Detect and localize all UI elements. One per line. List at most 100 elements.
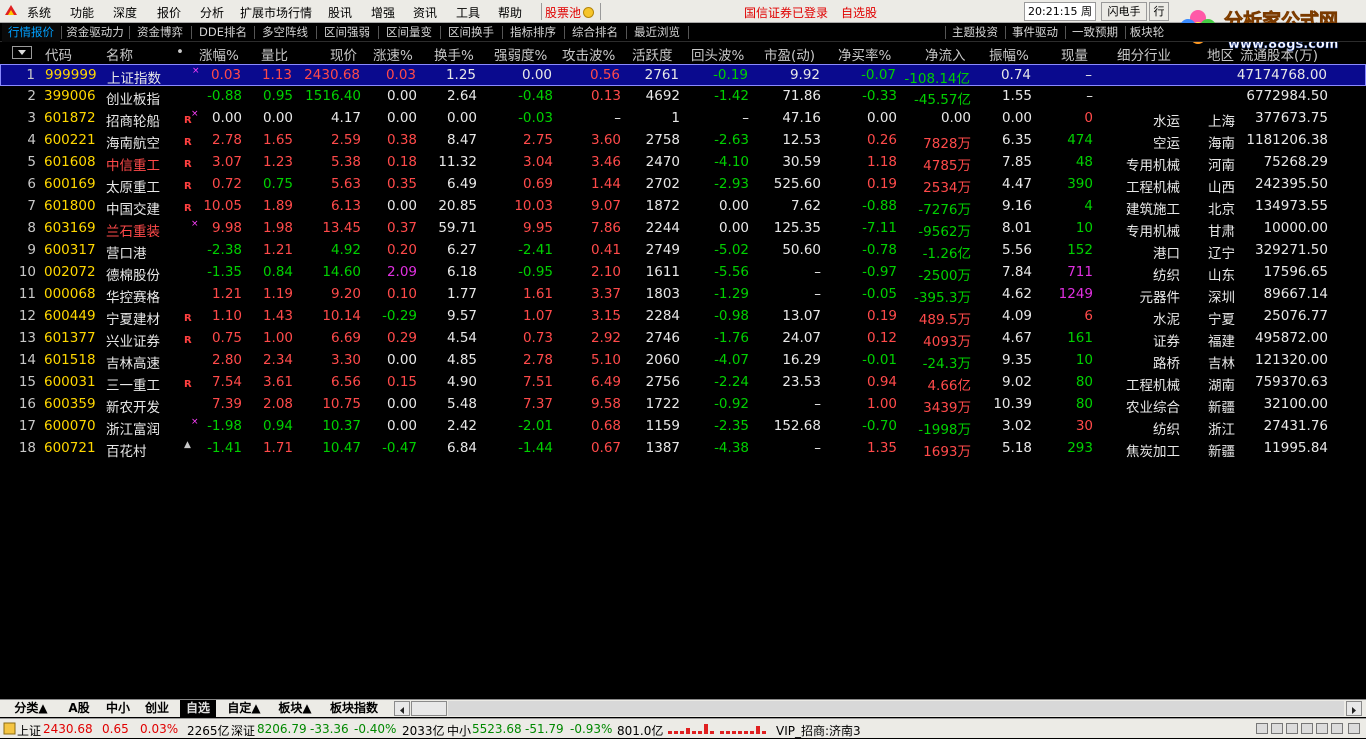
col-volume-ratio[interactable]: 量比 [261, 44, 288, 64]
btab-sme[interactable]: 中小 [102, 700, 134, 717]
stock-name[interactable]: 太原重工 [106, 176, 160, 196]
scroll-left-button[interactable] [394, 701, 410, 716]
stock-name[interactable]: 吉林高速 [106, 352, 160, 372]
info-icon[interactable] [1301, 723, 1313, 734]
tab-fund-game[interactable]: 资金博弈 [130, 23, 190, 42]
stock-name[interactable]: 兴业证券 [106, 330, 160, 350]
table-row[interactable]: 9 600317 营口港 -2.38 1.21 4.92 0.20 6.27 -2.41 0.41… [0, 240, 1366, 262]
table-row[interactable]: 3 601872 招商轮船 R × 0.00 0.00 4.17 0.00 0.00 -0.03–1… [0, 108, 1366, 130]
col-float-shares[interactable]: 流通股本(万) [1240, 44, 1318, 64]
broadcast-icon[interactable] [1331, 723, 1343, 734]
table-row[interactable]: 13 601377 兴业证券 R 0.75 1.00 6.69 0.29 4.54 0.73 2.9… [0, 328, 1366, 350]
menu-analysis[interactable]: 分析 [200, 4, 224, 21]
stock-name[interactable]: 百花村 [106, 440, 147, 460]
stock-code[interactable]: 601608 [44, 154, 96, 170]
stock-code[interactable]: 600721 [44, 440, 96, 456]
table-row[interactable]: 1 999999 上证指数 × 0.03 1.13 2430.68 0.03 1.25 0.00 0… [0, 64, 1366, 87]
menu-extended-market[interactable]: 扩展市场行情 [240, 4, 312, 21]
table-row[interactable]: 14 601518 吉林高速 2.80 2.34 3.30 0.00 4.85 2.78 5.10… [0, 350, 1366, 372]
stock-name[interactable]: 营口港 [106, 242, 147, 262]
table-row[interactable]: 10 002072 德棉股份 -1.35 0.84 14.60 2.09 6.18 -0.95 2… [0, 262, 1366, 284]
stock-pool-menu[interactable]: 股票池 [545, 4, 595, 21]
stock-code[interactable]: 999999 [45, 67, 97, 83]
stock-name[interactable]: 德棉股份 [106, 264, 160, 284]
col-amplitude[interactable]: 振幅% [989, 44, 1029, 64]
table-row[interactable]: 7 601800 中国交建 R 10.05 1.89 6.13 0.00 20.85 10.03 9… [0, 196, 1366, 218]
col-region[interactable]: 地区 [1207, 44, 1234, 64]
stock-code[interactable]: 600449 [44, 308, 96, 324]
flash-trade-button[interactable]: 闪电手 [1101, 2, 1147, 21]
trade-button[interactable]: 行 [1149, 2, 1169, 21]
menu-info[interactable]: 资讯 [413, 4, 437, 21]
stock-name[interactable]: 创业板指 [106, 88, 160, 108]
stock-name[interactable]: 中国交建 [106, 198, 160, 218]
stock-name[interactable]: 宁夏建材 [106, 308, 160, 328]
tab-composite-ranking[interactable]: 综合排名 [565, 23, 625, 42]
column-menu-dropdown[interactable] [12, 46, 32, 59]
stock-name[interactable]: 兰石重装 [106, 220, 160, 240]
resize-grip-icon[interactable] [1348, 723, 1360, 734]
menu-quote[interactable]: 报价 [157, 4, 181, 21]
tab-interval-strength[interactable]: 区间强弱 [317, 23, 377, 42]
btab-sector[interactable]: 板块▲ [272, 700, 318, 717]
tab-consensus-forecast[interactable]: 一致预期 [1066, 23, 1124, 42]
stock-name[interactable]: 海南航空 [106, 132, 160, 152]
table-row[interactable]: 8 603169 兰石重装 × 9.98 1.98 13.45 0.37 59.71 9.95 7.… [0, 218, 1366, 240]
stock-code[interactable]: 600221 [44, 132, 96, 148]
stock-code[interactable]: 601872 [44, 110, 96, 126]
col-speed[interactable]: 涨速% [373, 44, 413, 64]
stock-name[interactable]: 上证指数 [107, 67, 161, 87]
btab-custom[interactable]: 自定▲ [222, 700, 266, 717]
tab-fund-driving-force[interactable]: 资金驱动力 [62, 23, 128, 42]
broker-login-status[interactable]: 国信证券已登录 [744, 4, 828, 21]
app-logo-icon[interactable] [3, 3, 19, 19]
btab-a-shares[interactable]: A股 [60, 700, 98, 717]
col-sub-industry[interactable]: 细分行业 [1117, 44, 1171, 64]
table-row[interactable]: 6 600169 太原重工 R 0.72 0.75 5.63 0.35 6.49 0.69 1.44… [0, 174, 1366, 196]
table-row[interactable]: 4 600221 海南航空 R 2.78 1.65 2.59 0.38 8.47 2.75 3.60… [0, 130, 1366, 152]
stock-name[interactable]: 三一重工 [106, 374, 160, 394]
stock-name[interactable]: 新农开发 [106, 396, 160, 416]
tab-indicator-sort[interactable]: 指标排序 [503, 23, 563, 42]
stock-code[interactable]: 399006 [44, 88, 96, 104]
table-row[interactable]: 16 600359 新农开发 7.39 2.08 10.75 0.00 5.48 7.37 9.5… [0, 394, 1366, 416]
stock-name[interactable]: 中信重工 [106, 154, 160, 174]
scroll-right-button[interactable] [1346, 701, 1362, 716]
table-row[interactable]: 2 399006 创业板指 -0.88 0.95 1516.40 0.00 2.64 -0.48… [0, 86, 1366, 108]
stock-code[interactable]: 000068 [44, 286, 96, 302]
chat-icon[interactable] [1271, 723, 1283, 734]
btab-category[interactable]: 分类▲ [8, 700, 54, 717]
message-icon[interactable] [1316, 723, 1328, 734]
col-pe[interactable]: 市盈(动) [764, 44, 815, 64]
tab-theme-investment[interactable]: 主题投资 [946, 23, 1004, 42]
mail-icon[interactable] [1286, 723, 1298, 734]
menu-enhance[interactable]: 增强 [371, 4, 395, 21]
lock-icon[interactable] [1256, 723, 1268, 734]
col-net-inflow[interactable]: 净流入 [925, 44, 966, 64]
btab-self-select[interactable]: 自选 [180, 700, 216, 717]
table-row[interactable]: 5 601608 中信重工 R 3.07 1.23 5.38 0.18 11.32 3.04 3.4… [0, 152, 1366, 174]
menu-help[interactable]: 帮助 [498, 4, 522, 21]
tab-sector-rotation[interactable]: 板块轮 [1126, 23, 1168, 42]
stock-name[interactable]: 华控赛格 [106, 286, 160, 306]
table-row[interactable]: 18 600721 百花村 ▲ -1.41 1.71 10.47 -0.47 6.84 -1.44… [0, 438, 1366, 460]
col-attack-wave[interactable]: 攻击波% [562, 44, 615, 64]
stock-name[interactable]: 招商轮船 [106, 110, 160, 130]
stock-code[interactable]: 002072 [44, 264, 96, 280]
stock-code[interactable]: 603169 [44, 220, 96, 236]
menu-stock-news[interactable]: 股讯 [328, 4, 352, 21]
col-turnover[interactable]: 换手% [434, 44, 474, 64]
tab-recent-browse[interactable]: 最近浏览 [627, 23, 687, 42]
stock-code[interactable]: 600317 [44, 242, 96, 258]
col-change-pct[interactable]: 涨幅% [199, 44, 239, 64]
tab-event-driven[interactable]: 事件驱动 [1006, 23, 1064, 42]
scrollbar-track[interactable] [448, 701, 1344, 716]
col-activity[interactable]: 活跃度 [632, 44, 673, 64]
stock-code[interactable]: 601800 [44, 198, 96, 214]
col-price[interactable]: 现价 [330, 44, 357, 64]
tab-interval-volume[interactable]: 区间量变 [379, 23, 439, 42]
vip-server[interactable]: VIP_招商:济南3 [776, 722, 861, 739]
table-row[interactable]: 15 600031 三一重工 R 7.54 3.61 6.56 0.15 4.90 7.51 6.4… [0, 372, 1366, 394]
btab-sector-index[interactable]: 板块指数 [324, 700, 384, 717]
btab-chinext[interactable]: 创业 [140, 700, 174, 717]
